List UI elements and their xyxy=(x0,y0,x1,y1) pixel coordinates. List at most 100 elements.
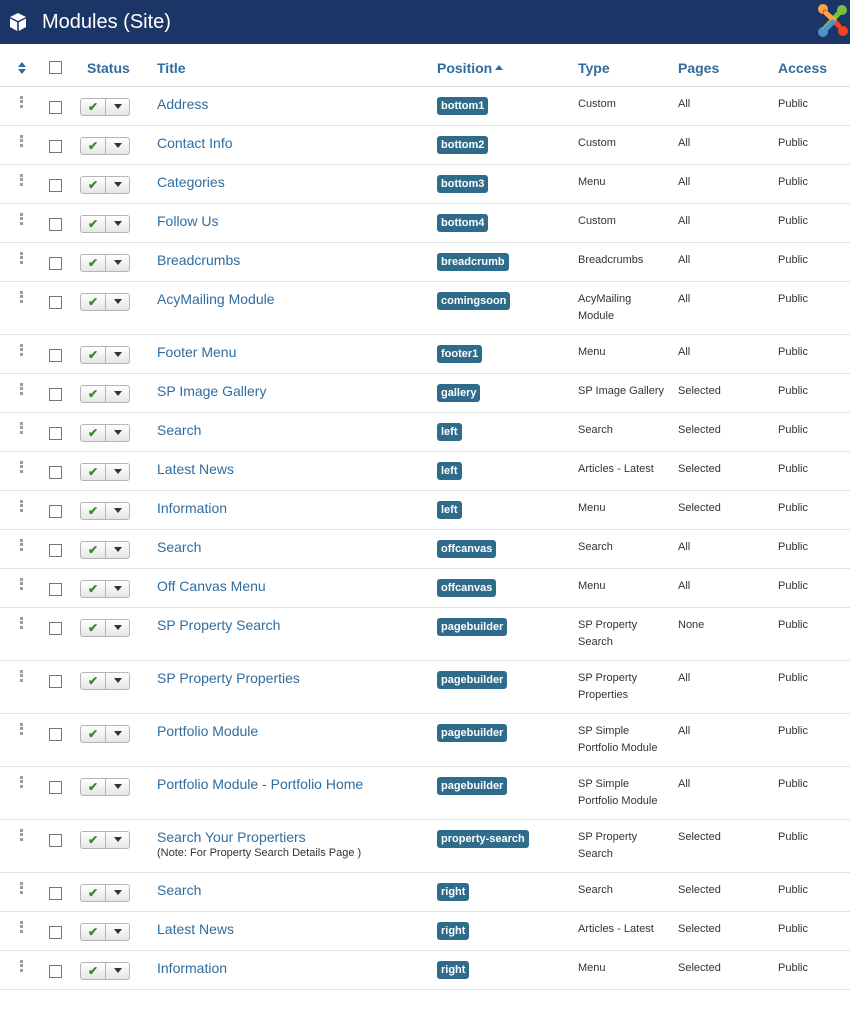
actions-dropdown-button[interactable] xyxy=(106,345,130,364)
drag-handle-icon[interactable] xyxy=(20,343,26,356)
actions-dropdown-button[interactable] xyxy=(106,961,130,980)
drag-handle-icon[interactable] xyxy=(20,290,26,303)
position-badge[interactable]: pagebuilder xyxy=(437,670,508,689)
actions-dropdown-button[interactable] xyxy=(106,830,130,849)
published-toggle-button[interactable]: ✔ xyxy=(80,724,106,743)
module-title-link[interactable]: Contact Info xyxy=(157,135,429,151)
published-toggle-button[interactable]: ✔ xyxy=(80,922,106,941)
module-title-link[interactable]: AcyMailing Module xyxy=(157,291,429,307)
row-checkbox[interactable] xyxy=(49,727,62,741)
module-title-link[interactable]: SP Property Properties xyxy=(157,670,429,686)
position-badge[interactable]: breadcrumb xyxy=(437,252,509,271)
row-checkbox[interactable] xyxy=(49,178,62,192)
drag-handle-icon[interactable] xyxy=(20,95,26,108)
drag-handle-icon[interactable] xyxy=(20,669,26,682)
module-title-link[interactable]: Footer Menu xyxy=(157,344,429,360)
actions-dropdown-button[interactable] xyxy=(106,214,130,233)
published-toggle-button[interactable]: ✔ xyxy=(80,501,106,520)
row-checkbox[interactable] xyxy=(49,504,62,518)
module-title-link[interactable]: Portfolio Module - Portfolio Home xyxy=(157,776,429,792)
row-checkbox[interactable] xyxy=(49,582,62,596)
actions-dropdown-button[interactable] xyxy=(106,724,130,743)
position-badge[interactable]: offcanvas xyxy=(437,578,497,597)
published-toggle-button[interactable]: ✔ xyxy=(80,579,106,598)
select-all-checkbox[interactable] xyxy=(49,61,62,75)
module-title-link[interactable]: Information xyxy=(157,500,429,516)
drag-handle-icon[interactable] xyxy=(20,173,26,186)
position-badge[interactable]: bottom4 xyxy=(437,213,489,232)
position-badge[interactable]: left xyxy=(437,500,462,519)
published-toggle-button[interactable]: ✔ xyxy=(80,97,106,116)
drag-handle-icon[interactable] xyxy=(20,212,26,225)
actions-dropdown-button[interactable] xyxy=(106,922,130,941)
published-toggle-button[interactable]: ✔ xyxy=(80,136,106,155)
row-checkbox[interactable] xyxy=(49,833,62,847)
row-checkbox[interactable] xyxy=(49,387,62,401)
row-checkbox[interactable] xyxy=(49,925,62,939)
module-title-link[interactable]: Portfolio Module xyxy=(157,723,429,739)
position-badge[interactable]: bottom3 xyxy=(437,174,489,193)
drag-handle-icon[interactable] xyxy=(20,421,26,434)
published-toggle-button[interactable]: ✔ xyxy=(80,423,106,442)
actions-dropdown-button[interactable] xyxy=(106,384,130,403)
published-toggle-button[interactable]: ✔ xyxy=(80,883,106,902)
published-toggle-button[interactable]: ✔ xyxy=(80,292,106,311)
row-checkbox[interactable] xyxy=(49,217,62,231)
position-badge[interactable]: pagebuilder xyxy=(437,617,508,636)
row-checkbox[interactable] xyxy=(49,348,62,362)
row-checkbox[interactable] xyxy=(49,295,62,309)
drag-handle-icon[interactable] xyxy=(20,251,26,264)
position-badge[interactable]: bottom2 xyxy=(437,135,489,154)
drag-handle-icon[interactable] xyxy=(20,499,26,512)
drag-handle-icon[interactable] xyxy=(20,460,26,473)
actions-dropdown-button[interactable] xyxy=(106,253,130,272)
actions-dropdown-button[interactable] xyxy=(106,292,130,311)
module-title-link[interactable]: Breadcrumbs xyxy=(157,252,429,268)
position-badge[interactable]: right xyxy=(437,921,470,940)
actions-dropdown-button[interactable] xyxy=(106,175,130,194)
drag-handle-icon[interactable] xyxy=(20,616,26,629)
published-toggle-button[interactable]: ✔ xyxy=(80,214,106,233)
position-badge[interactable]: left xyxy=(437,422,462,441)
module-title-link[interactable]: Latest News xyxy=(157,921,429,937)
published-toggle-button[interactable]: ✔ xyxy=(80,961,106,980)
drag-handle-icon[interactable] xyxy=(20,134,26,147)
pages-header[interactable]: Pages xyxy=(678,50,778,87)
type-header[interactable]: Type xyxy=(578,50,678,87)
position-badge[interactable]: left xyxy=(437,461,462,480)
published-toggle-button[interactable]: ✔ xyxy=(80,830,106,849)
row-checkbox[interactable] xyxy=(49,543,62,557)
actions-dropdown-button[interactable] xyxy=(106,136,130,155)
published-toggle-button[interactable]: ✔ xyxy=(80,462,106,481)
row-checkbox[interactable] xyxy=(49,465,62,479)
sort-order-icon[interactable] xyxy=(18,61,26,74)
module-title-link[interactable]: Search xyxy=(157,539,429,555)
actions-dropdown-button[interactable] xyxy=(106,883,130,902)
published-toggle-button[interactable]: ✔ xyxy=(80,618,106,637)
position-badge[interactable]: right xyxy=(437,882,470,901)
status-header[interactable]: Status xyxy=(80,50,149,87)
row-checkbox[interactable] xyxy=(49,256,62,270)
row-checkbox[interactable] xyxy=(49,621,62,635)
module-title-link[interactable]: SP Image Gallery xyxy=(157,383,429,399)
drag-handle-icon[interactable] xyxy=(20,538,26,551)
row-checkbox[interactable] xyxy=(49,780,62,794)
published-toggle-button[interactable]: ✔ xyxy=(80,345,106,364)
position-badge[interactable]: offcanvas xyxy=(437,539,497,558)
drag-handle-icon[interactable] xyxy=(20,577,26,590)
actions-dropdown-button[interactable] xyxy=(106,97,130,116)
actions-dropdown-button[interactable] xyxy=(106,579,130,598)
actions-dropdown-button[interactable] xyxy=(106,423,130,442)
position-badge[interactable]: gallery xyxy=(437,383,481,402)
row-checkbox[interactable] xyxy=(49,426,62,440)
row-checkbox[interactable] xyxy=(49,139,62,153)
position-badge[interactable]: footer1 xyxy=(437,344,483,363)
position-badge[interactable]: right xyxy=(437,960,470,979)
published-toggle-button[interactable]: ✔ xyxy=(80,540,106,559)
module-title-link[interactable]: Latest News xyxy=(157,461,429,477)
actions-dropdown-button[interactable] xyxy=(106,540,130,559)
row-checkbox[interactable] xyxy=(49,100,62,114)
drag-handle-icon[interactable] xyxy=(20,881,26,894)
position-badge[interactable]: comingsoon xyxy=(437,291,511,310)
module-title-link[interactable]: Search Your Propertiers xyxy=(157,829,429,845)
